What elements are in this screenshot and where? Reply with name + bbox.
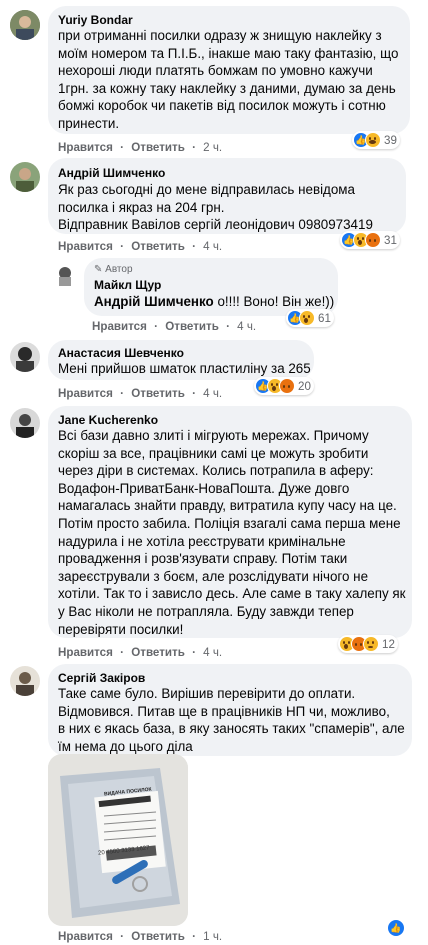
mention-link[interactable]: Андрій Шимченко <box>94 294 214 309</box>
comment-time[interactable]: 1 ч. <box>203 930 222 943</box>
avatar-photo <box>52 262 78 288</box>
comment-text: Як раз сьогодні до мене відправилась нев… <box>58 182 373 233</box>
like-link[interactable]: Нравится <box>58 240 113 253</box>
angry-reaction-icon <box>279 378 295 394</box>
like-link[interactable]: Нравится <box>58 141 113 154</box>
comment-author[interactable]: Сергій Закіров <box>58 671 145 685</box>
comment-actions: Нравится · Ответить · 2 ч. <box>58 141 223 154</box>
reactions-summary[interactable]: 👍 39 <box>352 131 400 149</box>
reply-link[interactable]: Ответить <box>131 387 185 400</box>
reactions-count: 20 <box>298 379 311 393</box>
reactions-summary[interactable]: 👍 20 <box>254 377 314 395</box>
avatar[interactable] <box>10 408 40 438</box>
comment-author[interactable]: Майкл Щур <box>94 278 161 292</box>
avatar-photo <box>10 10 40 40</box>
avatar-photo <box>10 342 40 372</box>
comment-bubble: Сергій Закіров Таке саме було. Вирішив п… <box>48 664 412 756</box>
comment-time[interactable]: 4 ч. <box>203 646 222 659</box>
avatar[interactable] <box>10 162 40 192</box>
reply-link[interactable]: Ответить <box>131 930 185 943</box>
reactions-summary[interactable]: 👍 61 <box>286 309 334 327</box>
haha-reaction-icon <box>365 132 381 148</box>
comment-author[interactable]: Андрій Шимченко <box>58 166 165 180</box>
comment-bubble: Андрій Шимченко Як раз сьогодні до мене … <box>48 158 406 234</box>
comment-author[interactable]: Анастасия Шевченко <box>58 346 184 360</box>
author-badge: ✎ Автор <box>94 264 133 275</box>
pencil-icon: ✎ <box>94 264 103 275</box>
avatar[interactable] <box>52 262 78 288</box>
comment-actions: Нравится · Ответить · 4 ч. <box>92 320 257 333</box>
comment-actions: Нравится · Ответить · 4 ч. <box>58 646 223 659</box>
comment-author[interactable]: Yuriy Bondar <box>58 13 133 27</box>
comment-bubble: Анастасия Шевченко Мені прийшов шматок п… <box>48 340 314 380</box>
comment-text: Всі бази давно злиті і мігрують мережах.… <box>58 428 406 637</box>
comment-time[interactable]: 4 ч. <box>203 387 222 400</box>
comment-actions: Нравится · Ответить · 4 ч. <box>58 240 223 253</box>
comment-bubble: Jane Kucherenko Всі бази давно злиті і м… <box>48 406 412 638</box>
attached-photo[interactable]: ВИДАЧА ПОСИЛОК 20 4500 3133 1627 <box>48 754 188 926</box>
wow-reaction-icon <box>299 310 315 326</box>
parcel-photo <box>48 754 188 926</box>
reply-link[interactable]: Ответить <box>131 141 185 154</box>
reactions-count: 61 <box>318 311 331 325</box>
like-link[interactable]: Нравится <box>58 387 113 400</box>
reactions-count: 12 <box>382 637 395 651</box>
comment-text: при отриманні посилки одразу ж знищую на… <box>58 28 399 131</box>
reply-link[interactable]: Ответить <box>165 320 219 333</box>
comment-time[interactable]: 2 ч. <box>203 141 222 154</box>
comment-text: Андрій Шимченко о!!!! Воно! Він же!)) <box>94 294 335 309</box>
angry-reaction-icon <box>365 232 381 248</box>
like-link[interactable]: Нравится <box>92 320 147 333</box>
like-link[interactable]: Нравится <box>58 646 113 659</box>
like-reaction-icon[interactable]: 👍 <box>388 920 404 936</box>
avatar-photo <box>10 666 40 696</box>
comment-text: Таке саме було. Вирішив перевірити до оп… <box>58 686 405 754</box>
comment-bubble: Yuriy Bondar при отриманні посилки одраз… <box>48 6 410 134</box>
avatar[interactable] <box>10 10 40 40</box>
comment-author[interactable]: Jane Kucherenko <box>58 413 158 427</box>
reactions-count: 39 <box>384 133 397 147</box>
reactions-summary[interactable]: 12 <box>338 635 398 653</box>
like-link[interactable]: Нравится <box>58 930 113 943</box>
reply-link[interactable]: Ответить <box>131 646 185 659</box>
avatar[interactable] <box>10 342 40 372</box>
reactions-summary[interactable]: 👍 31 <box>340 231 400 249</box>
comment-actions: Нравится · Ответить · 4 ч. <box>58 387 223 400</box>
reply-bubble: ✎ Автор Майкл Щур Андрій Шимченко о!!!! … <box>84 258 338 316</box>
sad-reaction-icon <box>363 636 379 652</box>
avatar-photo <box>10 408 40 438</box>
comment-actions: Нравится · Ответить · 1 ч. <box>58 930 223 943</box>
comment-time[interactable]: 4 ч. <box>203 240 222 253</box>
avatar-photo <box>10 162 40 192</box>
comment-text: Мені прийшов шматок пластиліну за 265 <box>58 361 311 376</box>
avatar[interactable] <box>10 666 40 696</box>
reactions-count: 31 <box>384 233 397 247</box>
reply-link[interactable]: Ответить <box>131 240 185 253</box>
comment-time[interactable]: 4 ч. <box>237 320 256 333</box>
